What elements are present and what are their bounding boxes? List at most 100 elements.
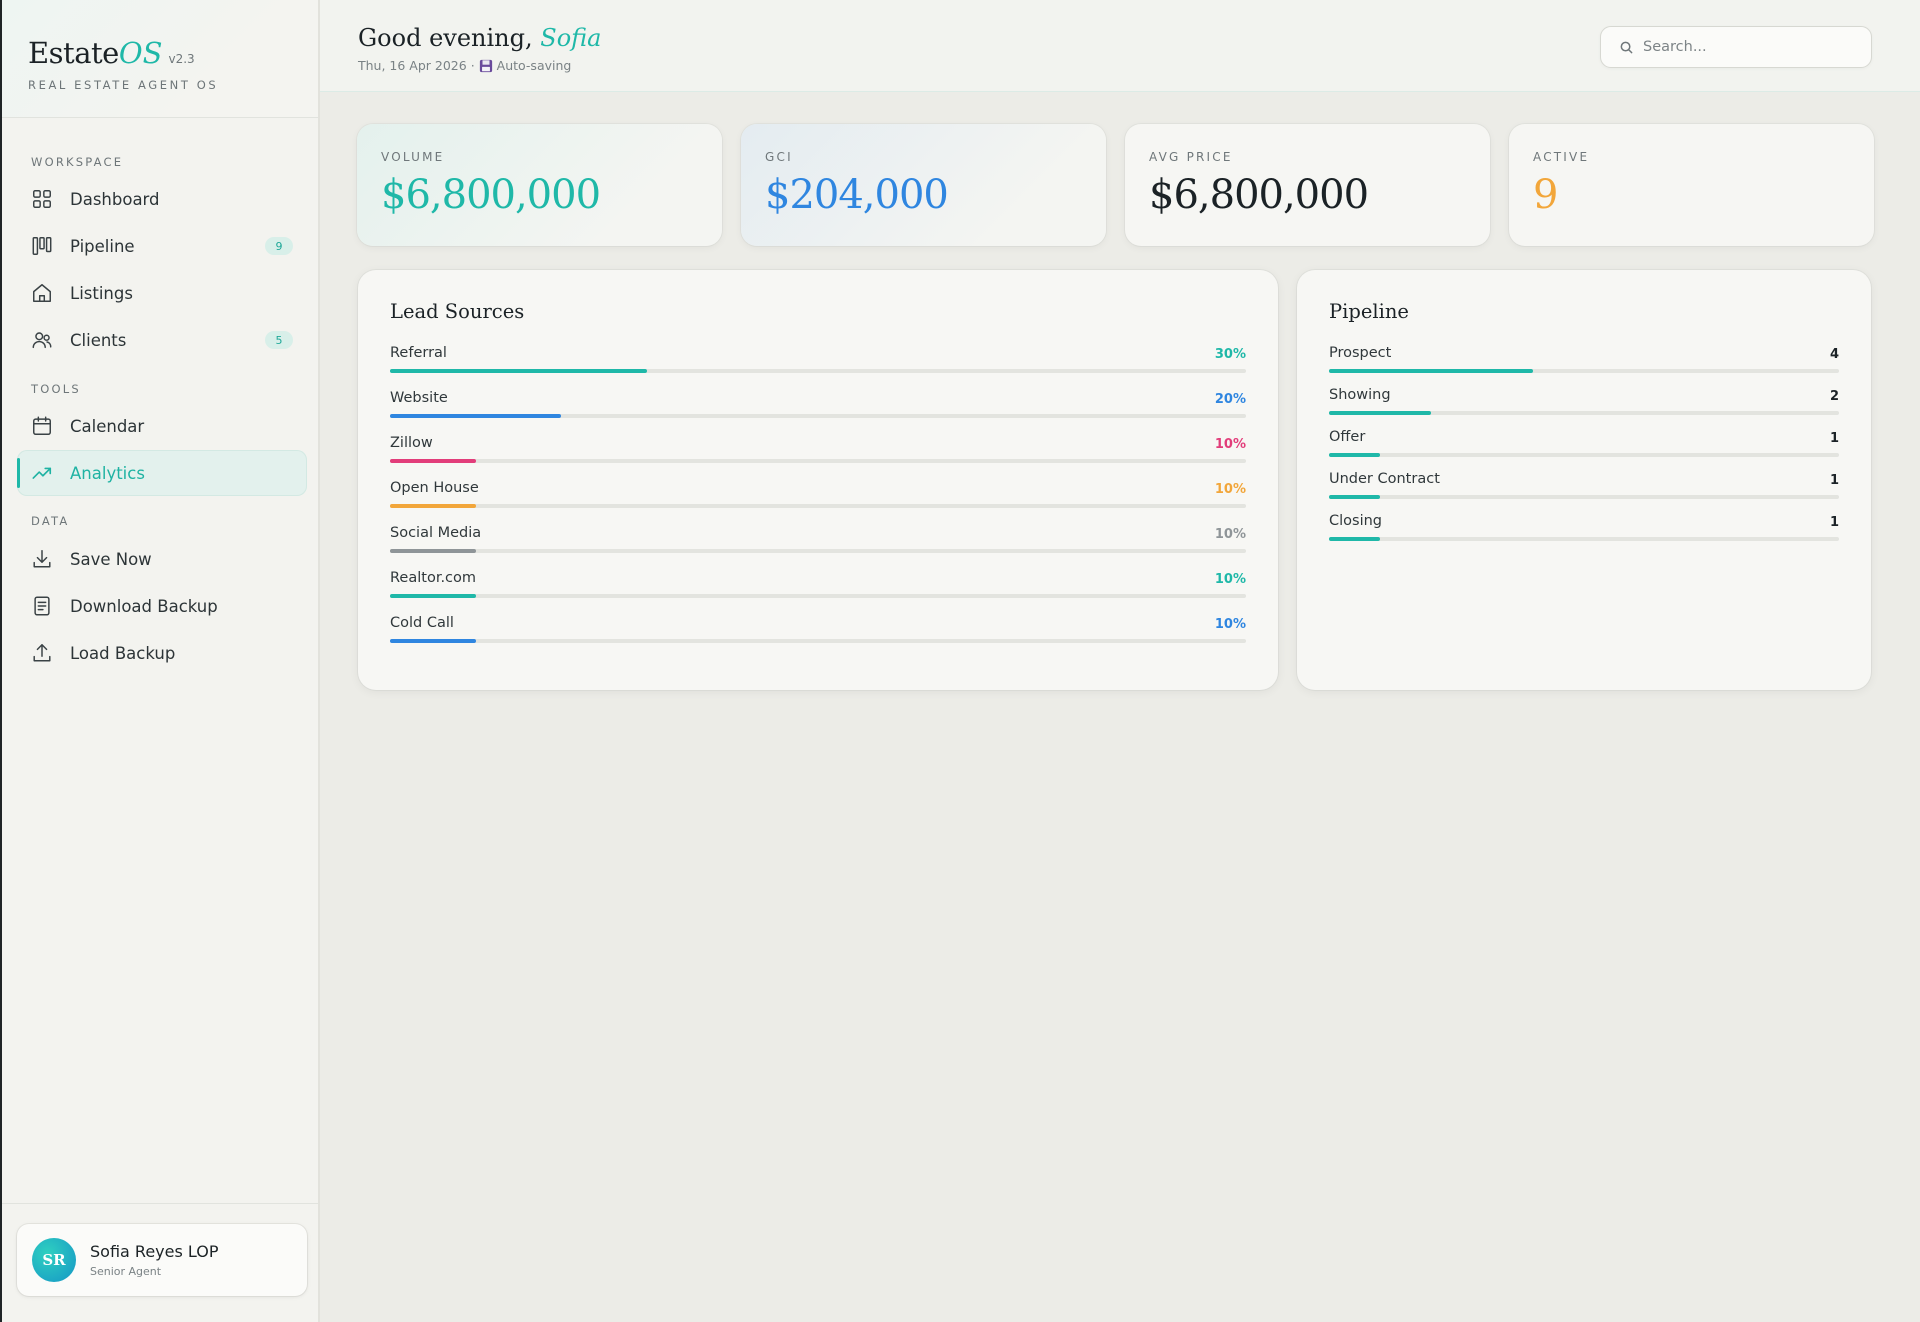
- progress-fill: [1329, 453, 1380, 457]
- source-label: Cold Call: [390, 615, 454, 631]
- brand-name: Estate: [28, 36, 119, 70]
- kpi-volume-card: VOLUME $6,800,000: [357, 124, 722, 246]
- source-label: Website: [390, 390, 448, 406]
- source-label: Zillow: [390, 435, 433, 451]
- lead-source-row: Referral 30%: [390, 345, 1246, 385]
- upload-icon: [31, 642, 53, 664]
- calendar-icon: [31, 415, 53, 437]
- kanban-icon: [31, 235, 53, 257]
- kpi-label: AVG PRICE: [1149, 150, 1233, 164]
- progress-fill: [1329, 495, 1380, 499]
- source-percentage: 10%: [1214, 527, 1246, 542]
- kpi-value: 9: [1533, 172, 1558, 218]
- floppy-disk-icon: [479, 59, 493, 73]
- sidebar: Estate OS v2.3 REAL ESTATE AGENT OS WORKSP…: [0, 0, 320, 1322]
- progress-fill: [390, 459, 476, 463]
- sidebar-item-label: Save Now: [70, 549, 152, 569]
- kpi-value: $6,800,000: [381, 172, 601, 218]
- sidebar-item-label: Calendar: [70, 416, 145, 436]
- kpi-active-card: ACTIVE 9: [1509, 124, 1874, 246]
- source-percentage: 10%: [1214, 572, 1246, 587]
- sidebar-item-listings[interactable]: Listings: [17, 270, 307, 316]
- source-label: Social Media: [390, 525, 482, 541]
- pipeline-stage-row: Closing 1: [1329, 513, 1839, 553]
- search-input[interactable]: [1643, 39, 1843, 55]
- stage-count: 1: [1829, 473, 1839, 488]
- source-percentage: 30%: [1214, 347, 1246, 362]
- lead-source-row: Cold Call 10%: [390, 615, 1246, 655]
- sidebar-item-label: Dashboard: [70, 189, 160, 209]
- brand-version: v2.3: [168, 52, 195, 66]
- greeting-name: Sofia: [540, 24, 602, 52]
- sidebar-item-load-backup[interactable]: Load Backup: [17, 630, 307, 676]
- kpi-label: GCI: [765, 150, 793, 164]
- brand-tagline: REAL ESTATE AGENT OS: [28, 78, 219, 92]
- brand: Estate OS v2.3 REAL ESTATE AGENT OS: [2, 0, 318, 118]
- lead-source-row: Realtor.com 10%: [390, 570, 1246, 610]
- panel-title: Pipeline: [1329, 300, 1409, 323]
- sidebar-item-pipeline[interactable]: Pipeline 9: [17, 223, 307, 269]
- kpi-value: $204,000: [765, 172, 949, 218]
- stage-count: 1: [1829, 431, 1839, 446]
- sidebar-item-analytics[interactable]: Analytics: [17, 450, 307, 496]
- user-profile-card[interactable]: SR Sofia Reyes LOP Senior Agent: [17, 1224, 307, 1296]
- lead-source-row: Open House 10%: [390, 480, 1246, 520]
- main-content: Good evening, Sofia Thu, 16 Apr 2026 · A…: [320, 0, 1920, 1322]
- sidebar-item-label: Listings: [70, 283, 133, 303]
- progress-track: [1329, 369, 1839, 373]
- progress-fill: [390, 504, 476, 508]
- progress-track: [390, 639, 1246, 643]
- progress-fill: [1329, 369, 1533, 373]
- progress-track: [390, 369, 1246, 373]
- sidebar-item-label: Pipeline: [70, 236, 135, 256]
- progress-track: [1329, 495, 1839, 499]
- pipeline-stage-row: Prospect 4: [1329, 345, 1839, 385]
- source-label: Open House: [390, 480, 479, 496]
- kpi-label: VOLUME: [381, 150, 445, 164]
- sidebar-item-label: Analytics: [70, 463, 145, 483]
- stage-label: Showing: [1329, 387, 1391, 403]
- progress-fill: [390, 369, 647, 373]
- pipeline-stage-row: Offer 1: [1329, 429, 1839, 469]
- autosave-status: Auto-saving: [496, 58, 572, 73]
- source-percentage: 20%: [1214, 392, 1246, 407]
- pipeline-count-badge: 9: [265, 237, 293, 255]
- brand-accent: OS: [118, 36, 163, 70]
- source-percentage: 10%: [1214, 617, 1246, 632]
- kpi-row: VOLUME $6,800,000 GCI $204,000 AVG PRICE…: [357, 124, 1874, 246]
- nav-section-tools: TOOLS: [31, 382, 81, 396]
- sidebar-item-label: Download Backup: [70, 596, 218, 616]
- app-window: Estate OS v2.3 REAL ESTATE AGENT OS WORKSP…: [0, 0, 1920, 1322]
- progress-fill: [390, 414, 562, 418]
- sidebar-item-clients[interactable]: Clients 5: [17, 317, 307, 363]
- progress-fill: [390, 549, 476, 553]
- sidebar-item-save-now[interactable]: Save Now: [17, 536, 307, 582]
- progress-fill: [390, 594, 476, 598]
- sidebar-footer: SR Sofia Reyes LOP Senior Agent: [2, 1203, 318, 1322]
- lead-source-row: Social Media 10%: [390, 525, 1246, 565]
- topbar: Good evening, Sofia Thu, 16 Apr 2026 · A…: [320, 0, 1920, 92]
- current-date: Thu, 16 Apr 2026 ·: [358, 58, 475, 73]
- progress-track: [390, 504, 1246, 508]
- progress-track: [390, 459, 1246, 463]
- progress-fill: [1329, 411, 1431, 415]
- stage-label: Closing: [1329, 513, 1383, 529]
- user-name: Sofia Reyes LOP: [90, 1242, 219, 1261]
- progress-track: [390, 414, 1246, 418]
- stage-count: 2: [1829, 389, 1839, 404]
- sidebar-item-dashboard[interactable]: Dashboard: [17, 176, 307, 222]
- sidebar-item-download-backup[interactable]: Download Backup: [17, 583, 307, 629]
- sidebar-item-calendar[interactable]: Calendar: [17, 403, 307, 449]
- sidebar-item-label: Clients: [70, 330, 127, 350]
- progress-fill: [390, 639, 476, 643]
- stage-count: 1: [1829, 515, 1839, 530]
- search-box[interactable]: [1600, 26, 1872, 68]
- avatar: SR: [32, 1238, 76, 1282]
- progress-track: [390, 549, 1246, 553]
- user-role: Senior Agent: [90, 1265, 162, 1278]
- progress-fill: [1329, 537, 1380, 541]
- source-percentage: 10%: [1214, 437, 1246, 452]
- source-label: Referral: [390, 345, 447, 361]
- document-icon: [31, 595, 53, 617]
- download-icon: [31, 548, 53, 570]
